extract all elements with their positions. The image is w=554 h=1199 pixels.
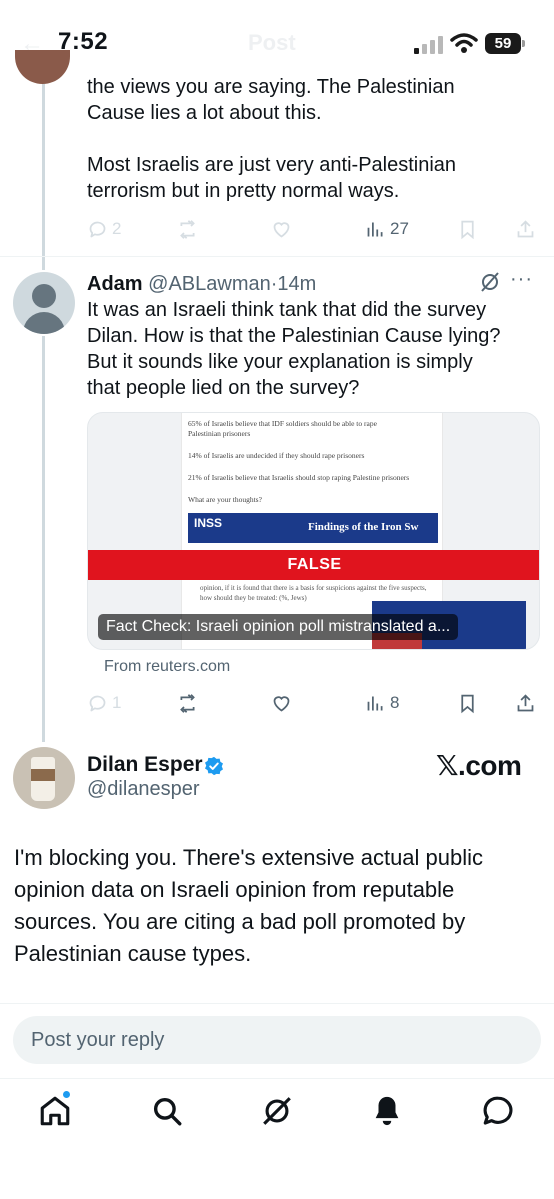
reply-input[interactable]: Post your reply — [13, 1016, 541, 1064]
views-button[interactable]: 8 — [365, 688, 399, 718]
search-icon — [153, 1097, 182, 1126]
repost-button[interactable] — [177, 688, 198, 718]
views-button[interactable]: 27 — [365, 214, 409, 244]
nav-search[interactable] — [150, 1094, 184, 1128]
notifications-icon — [375, 1096, 399, 1126]
reply-count: 1 — [112, 693, 122, 712]
more-options-icon[interactable]: ··· — [510, 268, 533, 291]
battery-level: 59 — [485, 33, 521, 54]
author-name[interactable]: Dilan Esper — [87, 753, 203, 777]
tweet-text-line: But it sounds like your explanation is s… — [87, 351, 473, 373]
link-card[interactable]: 65% of Israelis believe that IDF soldier… — [87, 412, 540, 650]
tweet-text-line: the views you are saying. The Palestinia… — [87, 76, 455, 98]
nav-grok[interactable] — [260, 1094, 294, 1128]
wifi-icon — [450, 33, 478, 53]
card-source[interactable]: From reuters.com — [104, 658, 230, 676]
tweet-text: I'm blocking you. There's extensive actu… — [14, 842, 542, 970]
tweet-text-line: Most Israelis are just very anti-Palesti… — [87, 154, 457, 176]
nav-messages[interactable] — [481, 1094, 515, 1128]
card-caption: Fact Check: Israeli opinion poll mistran… — [98, 614, 459, 640]
view-count: 27 — [390, 219, 409, 238]
views-icon — [367, 696, 383, 710]
battery-icon: 59 — [485, 33, 525, 54]
doc-line: What are your thoughts? — [188, 495, 262, 504]
cellular-signal-icon — [414, 36, 443, 54]
repost-button[interactable] — [177, 214, 198, 244]
reply-icon — [89, 695, 106, 711]
share-icon — [517, 693, 534, 711]
tweet-text-line: opinion data on Israeli opinion from rep… — [14, 877, 455, 902]
tweet-header: Adam @ABLawman·14m — [87, 271, 316, 297]
inss-banner: INSS Findings of the Iron Sw — [188, 513, 438, 543]
tweet-text-line: sources. You are citing a bad poll promo… — [14, 909, 466, 934]
tweet-actions: 2 27 — [87, 214, 539, 244]
tweet-text-line: that people lied on the survey? — [87, 377, 360, 399]
author-handle[interactable]: @ABLawman — [148, 273, 271, 295]
reply-count: 2 — [112, 219, 122, 238]
tweet-actions: 1 8 — [87, 688, 539, 718]
nav-home[interactable] — [38, 1094, 72, 1128]
header-title: Post — [248, 30, 296, 55]
false-label: FALSE — [88, 550, 539, 580]
author-name[interactable]: Adam — [87, 273, 143, 295]
doc-line: 21% of Israelis believe that Israelis sh… — [188, 473, 410, 482]
home-icon — [40, 1096, 70, 1126]
tweet-text-line: terrorism but in pretty normal ways. — [87, 180, 400, 202]
share-icon — [517, 219, 534, 237]
tweet-text-line: Cause lies a lot about this. — [87, 102, 322, 124]
views-icon — [367, 222, 383, 236]
repost-icon — [180, 693, 195, 713]
reply-button[interactable]: 1 — [87, 688, 121, 718]
bookmark-button[interactable] — [457, 214, 478, 244]
doc-line: Palestinian prisoners — [188, 429, 251, 438]
inss-heading: Findings of the Iron Sw — [308, 521, 419, 533]
timestamp[interactable]: 14m — [277, 273, 316, 295]
inss-logo: INSS — [194, 516, 223, 530]
grok-icon[interactable] — [478, 270, 502, 294]
share-button[interactable] — [515, 688, 536, 718]
home-notification-dot — [62, 1090, 71, 1099]
thread-line — [42, 336, 45, 742]
doc-line: 14% of Israelis are undecided if they sh… — [188, 451, 365, 460]
bookmark-icon — [461, 220, 474, 239]
heart-icon — [273, 221, 290, 238]
author-handle[interactable]: @dilanesper — [87, 778, 200, 801]
tweet-text: the views you are saying. The Palestinia… — [87, 74, 527, 204]
x-watermark: 𝕏.com — [436, 750, 522, 781]
tweet-text-line: Palestinian cause types. — [14, 941, 252, 966]
messages-icon — [483, 1096, 513, 1125]
tweet-text-line: Dilan. How is that the Palestinian Cause… — [87, 325, 501, 347]
tweet-text-line: I'm blocking you. There's extensive actu… — [14, 845, 484, 870]
heart-icon — [273, 695, 290, 712]
view-count: 8 — [390, 693, 400, 712]
tweet-text-line: It was an Israeli think tank that did th… — [87, 299, 487, 321]
reply-button[interactable]: 2 — [87, 214, 121, 244]
tweet-text: It was an Israeli think tank that did th… — [87, 297, 537, 401]
like-button[interactable] — [271, 214, 292, 244]
bookmark-icon — [461, 694, 474, 713]
reply-icon — [89, 221, 106, 237]
nav-notifications[interactable] — [370, 1094, 404, 1128]
verified-badge-icon — [205, 756, 223, 776]
repost-icon — [180, 219, 195, 239]
avatar[interactable] — [13, 747, 75, 809]
doc-line: 65% of Israelis believe that IDF soldier… — [188, 419, 377, 428]
bookmark-button[interactable] — [457, 688, 478, 718]
thread-line — [42, 84, 45, 270]
doc-text: opinion, if it is found that there is a … — [200, 584, 427, 602]
like-button[interactable] — [271, 688, 292, 718]
grok-icon — [263, 1097, 291, 1125]
divider — [0, 256, 554, 257]
divider — [0, 1003, 554, 1004]
share-button[interactable] — [515, 214, 536, 244]
avatar[interactable] — [13, 272, 75, 334]
